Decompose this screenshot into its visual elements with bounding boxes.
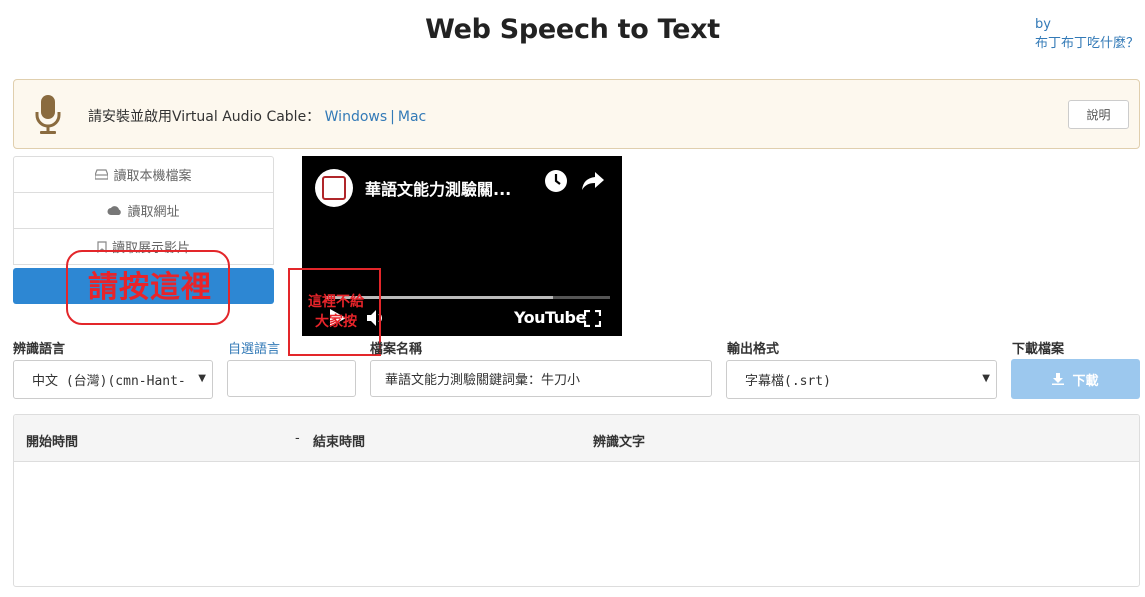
drive-icon	[95, 169, 109, 180]
annotation-small-text: 這裡不給 大家按	[300, 292, 372, 332]
share-icon[interactable]	[581, 169, 605, 193]
custom-lang-link[interactable]: 自選語言	[228, 338, 280, 357]
notice-text: 請安裝並啟用Virtual Audio Cable： Windows | Mac	[88, 106, 426, 126]
annotation-big-text: 請按這裡	[88, 270, 212, 305]
filename-input[interactable]: 華語文能力測驗關鍵詞彙：牛刀小	[370, 360, 712, 397]
microphone-icon	[35, 95, 61, 134]
fullscreen-icon[interactable]	[584, 310, 601, 327]
watch-later-icon[interactable]	[544, 169, 568, 193]
cloud-icon	[107, 206, 122, 215]
install-notice: 請安裝並啟用Virtual Audio Cable： Windows | Mac 說…	[13, 79, 1140, 149]
author-credit: by 布丁布丁吃什麼？	[1035, 15, 1139, 53]
col-dash: -	[295, 431, 300, 446]
lang-label: 辨識語言	[13, 342, 66, 357]
lang-select-arrow-icon: ▼	[198, 373, 206, 384]
download-button-label: 下載	[1072, 373, 1099, 389]
mac-link[interactable]: Mac	[398, 109, 426, 125]
annotation-small-line1: 這裡不給	[308, 294, 364, 310]
by-label: by	[1034, 17, 1051, 32]
custom-lang-input[interactable]	[227, 360, 356, 397]
windows-link[interactable]: Windows	[325, 109, 388, 125]
format-label: 輸出格式	[727, 342, 780, 357]
channel-seal-icon	[322, 176, 346, 200]
lang-select[interactable]: 中文 (台灣)(cmn-Hant- ▼	[13, 360, 213, 399]
author-link[interactable]: 布丁布丁吃什麼？	[1035, 34, 1139, 53]
source-local-file-label: 讀取本機檔案	[113, 169, 192, 184]
link-separator: |	[390, 109, 395, 125]
source-local-file[interactable]: 讀取本機檔案	[13, 156, 274, 193]
lang-select-value: 中文 (台灣)(cmn-Hant-	[32, 374, 186, 389]
youtube-logo[interactable]: YouTube	[514, 308, 586, 327]
source-url[interactable]: 讀取網址	[13, 192, 274, 229]
download-label: 下載檔案	[1012, 342, 1065, 357]
results-table: 開始時間 - 結束時間 辨識文字	[13, 414, 1140, 587]
format-select[interactable]: 字幕檔(.srt) ▼	[726, 360, 997, 399]
col-start-time: 開始時間	[26, 435, 79, 450]
help-button[interactable]: 說明	[1068, 100, 1129, 129]
source-url-label: 讀取網址	[127, 205, 180, 220]
notice-message: 請安裝並啟用Virtual Audio Cable：	[88, 109, 321, 125]
download-icon	[1052, 373, 1065, 385]
channel-avatar[interactable]	[315, 169, 353, 207]
col-text: 辨識文字	[593, 435, 646, 450]
video-title[interactable]: 華語文能力測驗關...	[365, 176, 535, 200]
page-title: Web Speech to Text	[425, 14, 720, 45]
col-end-time: 結束時間	[313, 435, 366, 450]
annotation-small-line2: 大家按	[315, 314, 357, 330]
download-button[interactable]: 下載	[1011, 359, 1140, 399]
table-header: 開始時間 - 結束時間 辨識文字	[14, 415, 1139, 462]
format-select-arrow-icon: ▼	[982, 373, 990, 384]
format-select-value: 字幕檔(.srt)	[745, 374, 831, 389]
filename-label: 檔案名稱	[370, 342, 423, 357]
source-list: 讀取本機檔案 讀取網址 讀取展示影片	[13, 156, 274, 265]
